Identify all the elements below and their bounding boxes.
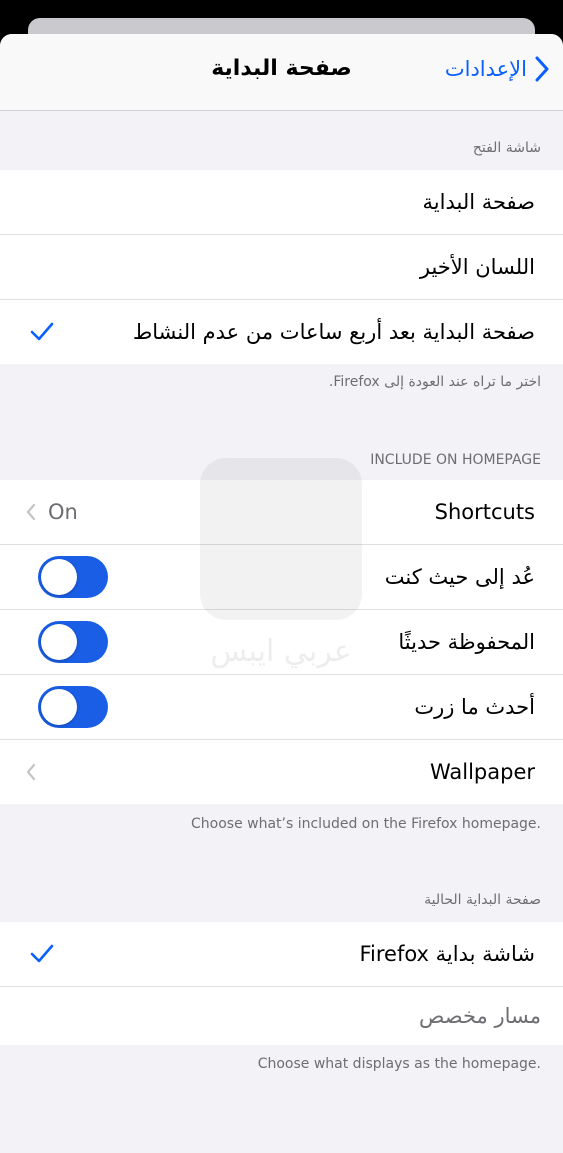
custom-url-row[interactable]: مسار مخصص: [0, 987, 563, 1045]
settings-sheet: الإعدادات صفحة البداية شاشة الفتح صفحة ا…: [0, 34, 563, 1153]
shortcuts-value: On: [26, 500, 78, 524]
jump-back-in-toggle[interactable]: [38, 556, 108, 598]
shortcuts-row[interactable]: Shortcuts On: [0, 480, 563, 545]
opening-screen-footer: اختر ما تراه عند العودة إلى Firefox.: [328, 374, 541, 390]
wallpaper-disclosure: [26, 763, 36, 781]
current-homepage-header: صفحة البداية الحالية: [424, 892, 541, 908]
opening-option-label: اللسان الأخير: [419, 255, 535, 279]
checkmark-icon: [30, 322, 54, 341]
firefox-home-option[interactable]: شاشة بداية Firefox: [0, 922, 563, 987]
navigation-bar: الإعدادات صفحة البداية: [0, 34, 563, 111]
current-homepage-footer: Choose what displays as the homepage.: [257, 1056, 541, 1072]
opening-screen-header: شاشة الفتح: [472, 140, 541, 156]
include-on-homepage-footer: Choose what’s included on the Firefox ho…: [191, 816, 541, 832]
opening-option-homepage[interactable]: صفحة البداية: [0, 170, 563, 235]
toggle-knob: [41, 689, 77, 725]
include-on-homepage-group: Shortcuts On عُد إلى حيث كنت المحفوظة حد…: [0, 480, 563, 804]
wallpaper-row[interactable]: Wallpaper: [0, 740, 563, 804]
toggle-row-label: أحدث ما زرت: [414, 695, 535, 719]
opening-screen-group: صفحة البداية اللسان الأخير صفحة البداية …: [0, 170, 563, 364]
opening-option-label: صفحة البداية: [422, 190, 535, 214]
recently-saved-toggle[interactable]: [38, 621, 108, 663]
include-on-homepage-header: INCLUDE ON HOMEPAGE: [370, 452, 541, 468]
recently-visited-row: أحدث ما زرت: [0, 675, 563, 740]
opening-option-last-tab[interactable]: اللسان الأخير: [0, 235, 563, 300]
shortcuts-value-text: On: [48, 500, 78, 524]
shortcuts-label: Shortcuts: [434, 500, 535, 524]
recently-saved-row: المحفوظة حديثًا: [0, 610, 563, 675]
toggle-knob: [41, 624, 77, 660]
toggle-knob: [41, 559, 77, 595]
current-homepage-group: شاشة بداية Firefox مسار مخصص: [0, 922, 563, 1045]
jump-back-in-row: عُد إلى حيث كنت: [0, 545, 563, 610]
chevron-left-icon: [26, 763, 36, 781]
chevron-left-icon: [26, 503, 36, 521]
custom-url-label: مسار مخصص: [419, 1004, 541, 1028]
page-title: صفحة البداية: [211, 56, 352, 81]
recently-visited-toggle[interactable]: [38, 686, 108, 728]
wallpaper-label: Wallpaper: [429, 760, 535, 784]
checkmark-icon: [30, 944, 54, 963]
current-homepage-option-label: شاشة بداية Firefox: [359, 942, 535, 966]
toggle-row-label: عُد إلى حيث كنت: [384, 565, 535, 589]
toggle-row-label: المحفوظة حديثًا: [398, 630, 535, 654]
opening-option-after-four-hours[interactable]: صفحة البداية بعد أربع ساعات من عدم النشا…: [0, 300, 563, 364]
opening-option-label: صفحة البداية بعد أربع ساعات من عدم النشا…: [132, 320, 535, 344]
